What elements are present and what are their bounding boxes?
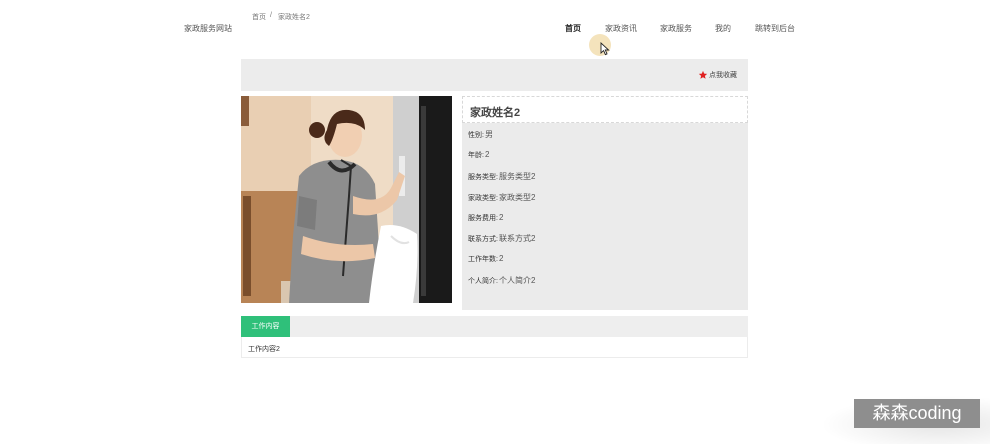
field-value: 2 [484,150,490,159]
field-value: 个人简介2 [498,276,536,285]
detail-title: 家政姓名2 [470,107,521,119]
detail-panel: 性别: 男 年龄: 2 服务类型: 服务类型2 家政类型: 家政类型2 服务费用… [462,123,748,310]
field-value: 2 [498,213,504,222]
field-value: 服务类型2 [498,172,536,181]
site-name[interactable]: 家政服务网站 [184,23,232,34]
tab-content-panel: 工作内容2 [241,337,748,358]
nav-home[interactable]: 首页 [565,23,581,34]
field-work-years: 工作年数: 2 [468,254,503,264]
housekeeper-photo [241,96,452,303]
field-label: 家政类型: [468,195,498,202]
field-label: 服务类型: [468,174,498,181]
nav-services[interactable]: 家政服务 [660,23,692,34]
field-service-type: 服务类型: 服务类型2 [468,171,535,182]
detail-title-box: 家政姓名2 [462,96,748,123]
breadcrumb-current: 家政姓名2 [278,14,310,21]
nav-news[interactable]: 家政资讯 [605,23,637,34]
field-label: 服务费用: [468,215,498,222]
favorite-button[interactable]: 点我收藏 [698,70,737,80]
watermark: 森森coding [854,399,980,428]
field-label: 性别: [468,132,484,139]
field-value: 2 [498,254,504,263]
mouse-cursor-icon [600,42,610,56]
field-contact: 联系方式: 联系方式2 [468,233,535,244]
tab-work-content[interactable]: 工作内容 [241,316,290,337]
field-value: 家政类型2 [498,193,536,202]
breadcrumb-home[interactable]: 首页 [252,12,266,22]
tab-bar [241,316,748,337]
field-gender: 性别: 男 [468,129,493,140]
field-label: 工作年数: [468,256,498,263]
nav-mine[interactable]: 我的 [715,23,731,34]
field-value: 联系方式2 [498,234,536,243]
star-icon [698,70,708,79]
tab-content-text: 工作内容2 [248,346,280,353]
field-label: 年龄: [468,152,484,159]
field-housekeeping-type: 家政类型: 家政类型2 [468,192,535,203]
field-label: 个人简介: [468,278,498,285]
breadcrumb-bar [241,59,748,91]
breadcrumb-separator: / [270,12,272,19]
favorite-label: 点我收藏 [709,72,737,79]
field-value: 男 [484,130,493,139]
field-service-fee: 服务费用: 2 [468,213,503,223]
nav-admin[interactable]: 跳转到后台 [755,23,795,34]
field-bio: 个人简介: 个人简介2 [468,275,535,286]
field-label: 联系方式: [468,236,498,243]
field-age: 年龄: 2 [468,150,489,160]
